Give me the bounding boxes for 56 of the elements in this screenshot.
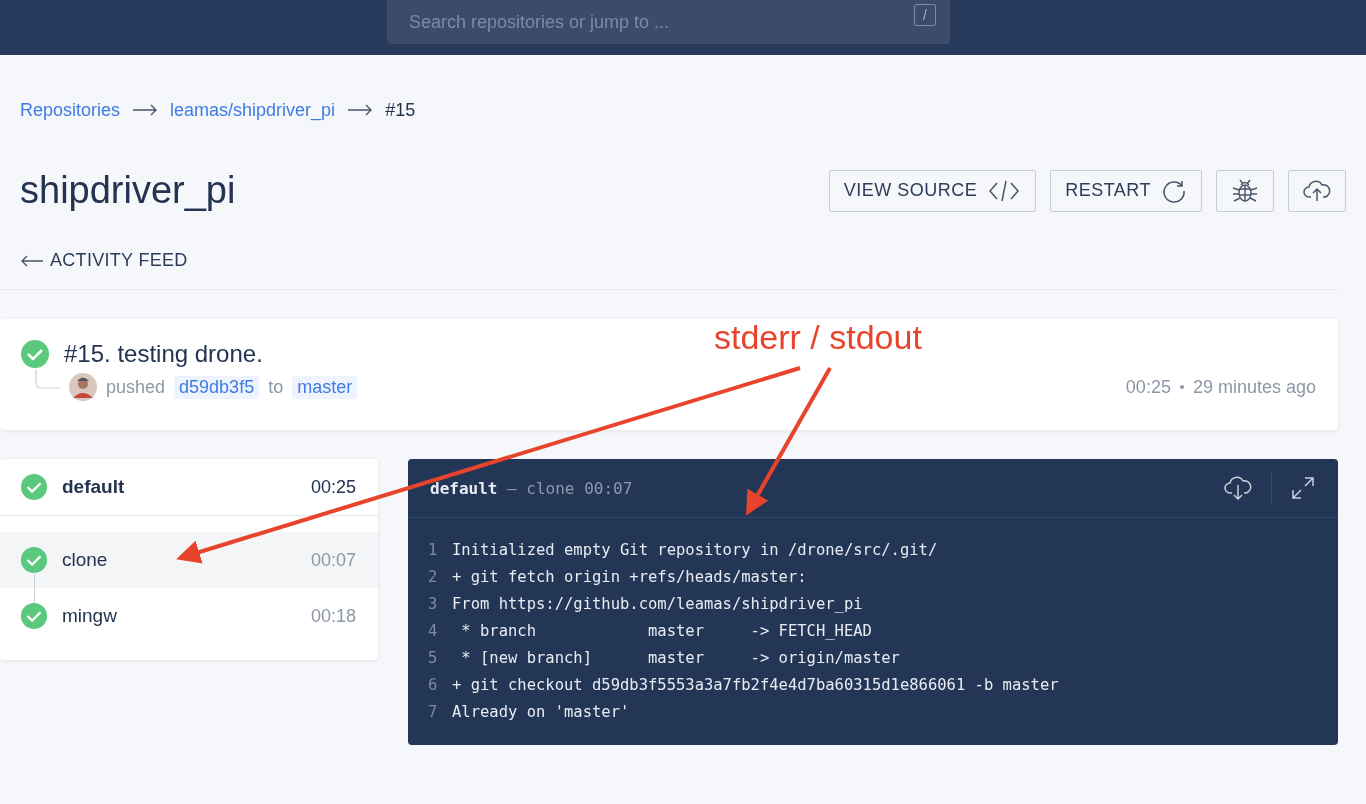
line-number: 1	[428, 540, 439, 559]
step-row[interactable]: clone 00:07	[0, 532, 378, 588]
success-icon	[20, 339, 50, 369]
log-line: Already on 'master'	[452, 702, 630, 721]
success-icon	[20, 473, 48, 501]
log-line: Initialized empty Git repository in /drone/src/.git/	[452, 540, 938, 559]
to-label: to	[268, 376, 284, 398]
success-icon	[20, 546, 48, 574]
restart-button[interactable]: RESTART	[1050, 169, 1202, 212]
avatar	[69, 373, 97, 401]
step-duration: 00:18	[310, 605, 356, 627]
log-line: From https://github.com/leamas/shipdriver_pi	[452, 594, 863, 613]
step-row[interactable]: mingw 00:18	[0, 588, 378, 644]
step-duration: 00:25	[310, 476, 356, 498]
step-name: mingw	[62, 605, 118, 627]
breadcrumb-link[interactable]: leamas/shipdriver_pi	[170, 99, 336, 121]
stage-row[interactable]: default 00:25	[0, 459, 378, 516]
line-number: 5	[428, 648, 439, 667]
build-title: #15. testing drone.	[64, 340, 263, 368]
connector-line	[34, 572, 35, 604]
source-button[interactable]: VIEW SOURCE	[828, 169, 1037, 212]
breadcrumb-current: #15	[385, 99, 416, 121]
branch-link[interactable]: master	[292, 375, 358, 399]
shortcut-key: /	[914, 4, 936, 26]
code-icon	[987, 178, 1022, 203]
arrow-icon	[132, 104, 159, 116]
annotation-label: stderr / stdout	[714, 318, 922, 357]
commit-link[interactable]: d59db3f5	[174, 375, 260, 399]
back-arrow-icon	[20, 254, 44, 267]
stage-name: default	[62, 476, 126, 498]
download-icon[interactable]	[1223, 474, 1253, 502]
build-duration: 00:25	[1125, 376, 1171, 398]
log-line: * [new branch] master -> origin/master	[460, 648, 900, 667]
upload-button[interactable]	[1288, 169, 1346, 212]
arrow-icon	[347, 104, 374, 116]
line-number: 6	[428, 675, 439, 694]
log-line: * branch master -> FETCH_HEAD	[460, 621, 872, 640]
line-number: 4	[428, 621, 439, 640]
back-link[interactable]: ACTIVITY FEED	[0, 212, 1338, 271]
connector-line	[34, 369, 60, 389]
log-line: + git fetch origin +refs/heads/master:	[452, 567, 807, 586]
repo-title: shipdriver_pi	[20, 169, 237, 212]
step-name: clone	[62, 549, 109, 571]
expand-icon[interactable]	[1290, 475, 1316, 501]
success-icon	[20, 602, 48, 630]
step-duration: 00:07	[310, 549, 356, 571]
line-number: 3	[428, 594, 439, 613]
log-title: default — clone 00:07	[430, 478, 633, 498]
build-age: 29 minutes ago	[1192, 376, 1316, 398]
debug-button[interactable]	[1216, 169, 1274, 212]
log-line: + git checkout d59db3f5553a3a7fb2f4e4d7ba60315d1e866061 -b master	[452, 675, 1059, 694]
line-number: 7	[428, 702, 439, 721]
separator-dot	[1179, 385, 1184, 389]
push-label: pushed	[106, 376, 166, 398]
breadcrumb-link[interactable]: Repositories	[20, 99, 121, 121]
line-number: 2	[428, 567, 439, 586]
